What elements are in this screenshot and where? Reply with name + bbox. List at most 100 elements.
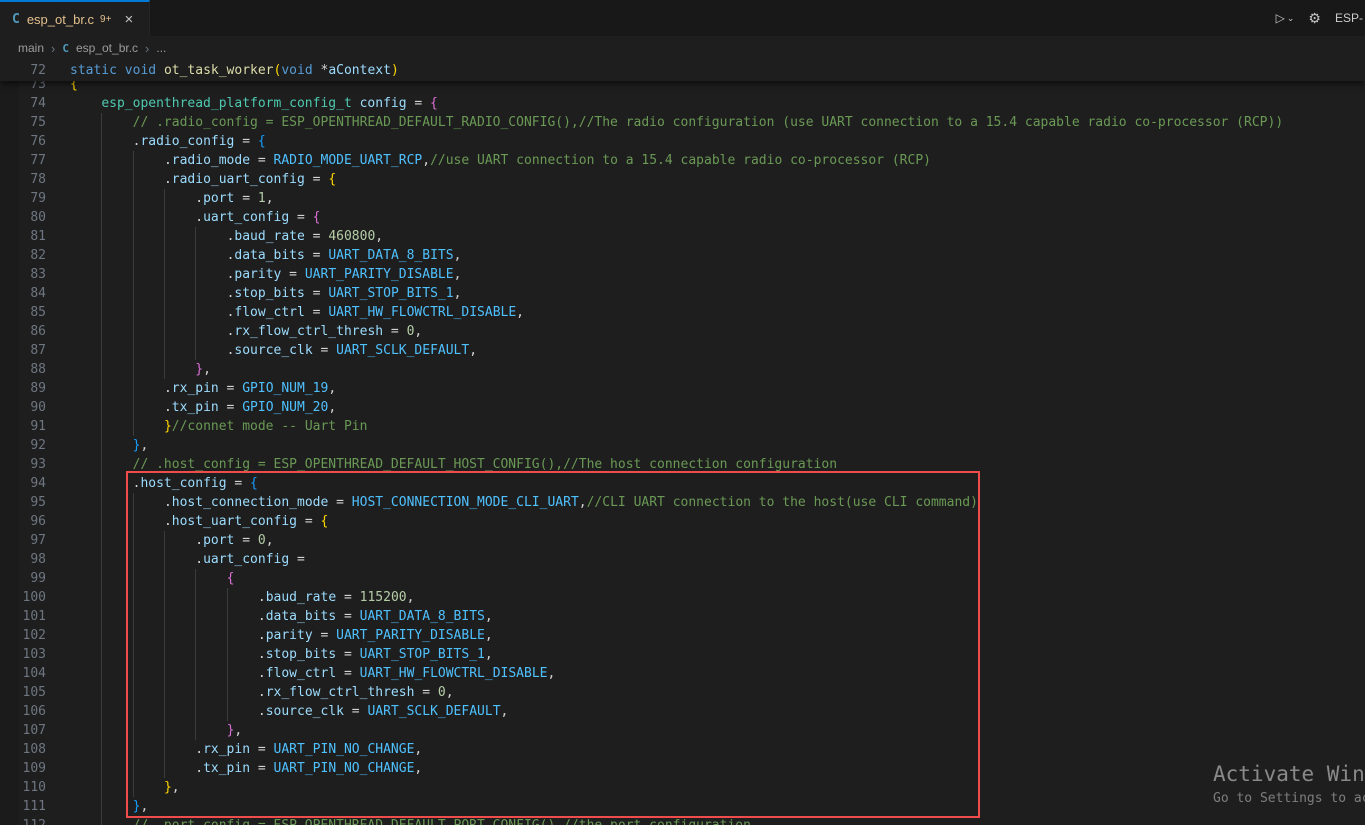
code-line[interactable]: 107 }, bbox=[0, 721, 1365, 740]
code-line[interactable]: 105 .rx_flow_ctrl_thresh = 0, bbox=[0, 683, 1365, 702]
code-line[interactable]: 82 .data_bits = UART_DATA_8_BITS, bbox=[0, 246, 1365, 265]
code-line[interactable]: 103 .stop_bits = UART_STOP_BITS_1, bbox=[0, 645, 1365, 664]
code-line[interactable]: 104 .flow_ctrl = UART_HW_FLOWCTRL_DISABL… bbox=[0, 664, 1365, 683]
code-line[interactable]: 111 }, bbox=[0, 797, 1365, 816]
chevron-right-icon: › bbox=[145, 41, 149, 56]
code-text: esp_openthread_platform_config_t config … bbox=[70, 94, 438, 113]
code-line[interactable]: 77 .radio_mode = RADIO_MODE_UART_RCP,//u… bbox=[0, 151, 1365, 170]
code-text: .rx_flow_ctrl_thresh = 0, bbox=[70, 322, 422, 341]
code-text: .source_clk = UART_SCLK_DEFAULT, bbox=[70, 702, 508, 721]
code-line[interactable]: 84 .stop_bits = UART_STOP_BITS_1, bbox=[0, 284, 1365, 303]
code-line[interactable]: 110 }, bbox=[0, 778, 1365, 797]
code-line[interactable]: 88 }, bbox=[0, 360, 1365, 379]
code-line[interactable]: 86 .rx_flow_ctrl_thresh = 0, bbox=[0, 322, 1365, 341]
breadcrumb: main › C esp_ot_br.c › ... bbox=[0, 36, 1365, 60]
code-line[interactable]: 100 .baud_rate = 115200, bbox=[0, 588, 1365, 607]
line-number: 87 bbox=[0, 341, 46, 360]
activate-windows-watermark: Activate Windows Go to Settings to activ… bbox=[1213, 762, 1365, 806]
code-line[interactable]: 106 .source_clk = UART_SCLK_DEFAULT, bbox=[0, 702, 1365, 721]
line-number: 78 bbox=[0, 170, 46, 189]
code-text: .parity = UART_PARITY_DISABLE, bbox=[70, 626, 493, 645]
code-text: .stop_bits = UART_STOP_BITS_1, bbox=[70, 645, 493, 664]
code-line[interactable]: 90 .tx_pin = GPIO_NUM_20, bbox=[0, 398, 1365, 417]
code-text: .baud_rate = 460800, bbox=[70, 227, 383, 246]
code-line[interactable]: 109 .tx_pin = UART_PIN_NO_CHANGE, bbox=[0, 759, 1365, 778]
code-line[interactable]: 74 esp_openthread_platform_config_t conf… bbox=[0, 94, 1365, 113]
code-line[interactable]: 85 .flow_ctrl = UART_HW_FLOWCTRL_DISABLE… bbox=[0, 303, 1365, 322]
code-line[interactable]: 76 .radio_config = { bbox=[0, 132, 1365, 151]
line-number: 101 bbox=[0, 607, 46, 626]
code-text: .data_bits = UART_DATA_8_BITS, bbox=[70, 607, 493, 626]
line-number: 88 bbox=[0, 360, 46, 379]
code-text: }, bbox=[70, 797, 148, 816]
line-number: 100 bbox=[0, 588, 46, 607]
code-text: .tx_pin = GPIO_NUM_20, bbox=[70, 398, 336, 417]
code-line[interactable]: 91 }//connet mode -- Uart Pin bbox=[0, 417, 1365, 436]
line-number: 80 bbox=[0, 208, 46, 227]
line-number: 74 bbox=[0, 94, 46, 113]
code-text: .host_config = { bbox=[70, 474, 258, 493]
line-number: 111 bbox=[0, 797, 46, 816]
code-text: .port = 1, bbox=[70, 189, 274, 208]
breadcrumb-more[interactable]: ... bbox=[156, 41, 166, 55]
gear-icon[interactable]: ⚙ bbox=[1308, 10, 1321, 27]
line-number: 104 bbox=[0, 664, 46, 683]
esp-extension-label[interactable]: ESP- bbox=[1335, 11, 1363, 25]
tab-esp-ot-br[interactable]: C esp_ot_br.c 9+ × bbox=[0, 0, 150, 36]
code-line[interactable]: 108 .rx_pin = UART_PIN_NO_CHANGE, bbox=[0, 740, 1365, 759]
code-line[interactable]: 96 .host_uart_config = { bbox=[0, 512, 1365, 531]
code-text: }, bbox=[70, 360, 211, 379]
code-line[interactable]: 95 .host_connection_mode = HOST_CONNECTI… bbox=[0, 493, 1365, 512]
code-line: 72 static void ot_task_worker(void *aCon… bbox=[0, 60, 1365, 81]
run-icon: ▷ bbox=[1276, 11, 1285, 25]
code-text: .baud_rate = 115200, bbox=[70, 588, 414, 607]
code-line[interactable]: 78 .radio_uart_config = { bbox=[0, 170, 1365, 189]
line-number: 98 bbox=[0, 550, 46, 569]
code-line[interactable]: 112 // .port_config = ESP_OPENTHREAD_DEF… bbox=[0, 816, 1365, 825]
code-line[interactable]: 89 .rx_pin = GPIO_NUM_19, bbox=[0, 379, 1365, 398]
code-text: .tx_pin = UART_PIN_NO_CHANGE, bbox=[70, 759, 422, 778]
code-line[interactable]: 97 .port = 0, bbox=[0, 531, 1365, 550]
breadcrumb-folder[interactable]: main bbox=[18, 41, 44, 55]
breadcrumb-file[interactable]: esp_ot_br.c bbox=[76, 41, 138, 55]
line-number: 107 bbox=[0, 721, 46, 740]
line-number: 85 bbox=[0, 303, 46, 322]
code-editor[interactable]: 73{74 esp_openthread_platform_config_t c… bbox=[0, 60, 1365, 825]
code-line[interactable]: 79 .port = 1, bbox=[0, 189, 1365, 208]
line-number: 102 bbox=[0, 626, 46, 645]
code-line[interactable]: 98 .uart_config = bbox=[0, 550, 1365, 569]
code-line[interactable]: 75 // .radio_config = ESP_OPENTHREAD_DEF… bbox=[0, 113, 1365, 132]
code-text: .rx_flow_ctrl_thresh = 0, bbox=[70, 683, 454, 702]
code-text: .host_connection_mode = HOST_CONNECTION_… bbox=[70, 493, 978, 512]
code-line[interactable]: 101 .data_bits = UART_DATA_8_BITS, bbox=[0, 607, 1365, 626]
sticky-line-number: 72 bbox=[0, 60, 46, 81]
code-line[interactable]: 99 { bbox=[0, 569, 1365, 588]
line-number: 112 bbox=[0, 816, 46, 825]
line-number: 76 bbox=[0, 132, 46, 151]
code-text: .parity = UART_PARITY_DISABLE, bbox=[70, 265, 461, 284]
editor-actions: ▷ ⌄ ⚙ ESP- bbox=[1276, 0, 1365, 36]
code-line[interactable]: 102 .parity = UART_PARITY_DISABLE, bbox=[0, 626, 1365, 645]
line-number: 91 bbox=[0, 417, 46, 436]
sticky-scroll-line[interactable]: 72 static void ot_task_worker(void *aCon… bbox=[0, 60, 1365, 81]
code-line[interactable]: 93 // .host_config = ESP_OPENTHREAD_DEFA… bbox=[0, 455, 1365, 474]
code-text: .uart_config = bbox=[70, 550, 305, 569]
code-line[interactable]: 83 .parity = UART_PARITY_DISABLE, bbox=[0, 265, 1365, 284]
code-line[interactable]: 81 .baud_rate = 460800, bbox=[0, 227, 1365, 246]
run-debug-button[interactable]: ▷ ⌄ bbox=[1276, 11, 1295, 25]
code-text: }, bbox=[70, 778, 180, 797]
code-line[interactable]: 94 .host_config = { bbox=[0, 474, 1365, 493]
line-number: 110 bbox=[0, 778, 46, 797]
code-line[interactable]: 92 }, bbox=[0, 436, 1365, 455]
line-number: 103 bbox=[0, 645, 46, 664]
tab-bar: C esp_ot_br.c 9+ × ▷ ⌄ ⚙ ESP- bbox=[0, 0, 1365, 36]
code-line[interactable]: 87 .source_clk = UART_SCLK_DEFAULT, bbox=[0, 341, 1365, 360]
code-text: .host_uart_config = { bbox=[70, 512, 328, 531]
line-number: 95 bbox=[0, 493, 46, 512]
code-text: // .host_config = ESP_OPENTHREAD_DEFAULT… bbox=[70, 455, 837, 474]
sticky-code: static void ot_task_worker(void *aContex… bbox=[70, 60, 399, 81]
line-number: 93 bbox=[0, 455, 46, 474]
vscode-window: C esp_ot_br.c 9+ × ▷ ⌄ ⚙ ESP- main › C e… bbox=[0, 0, 1365, 825]
code-line[interactable]: 80 .uart_config = { bbox=[0, 208, 1365, 227]
close-icon[interactable]: × bbox=[124, 12, 133, 27]
